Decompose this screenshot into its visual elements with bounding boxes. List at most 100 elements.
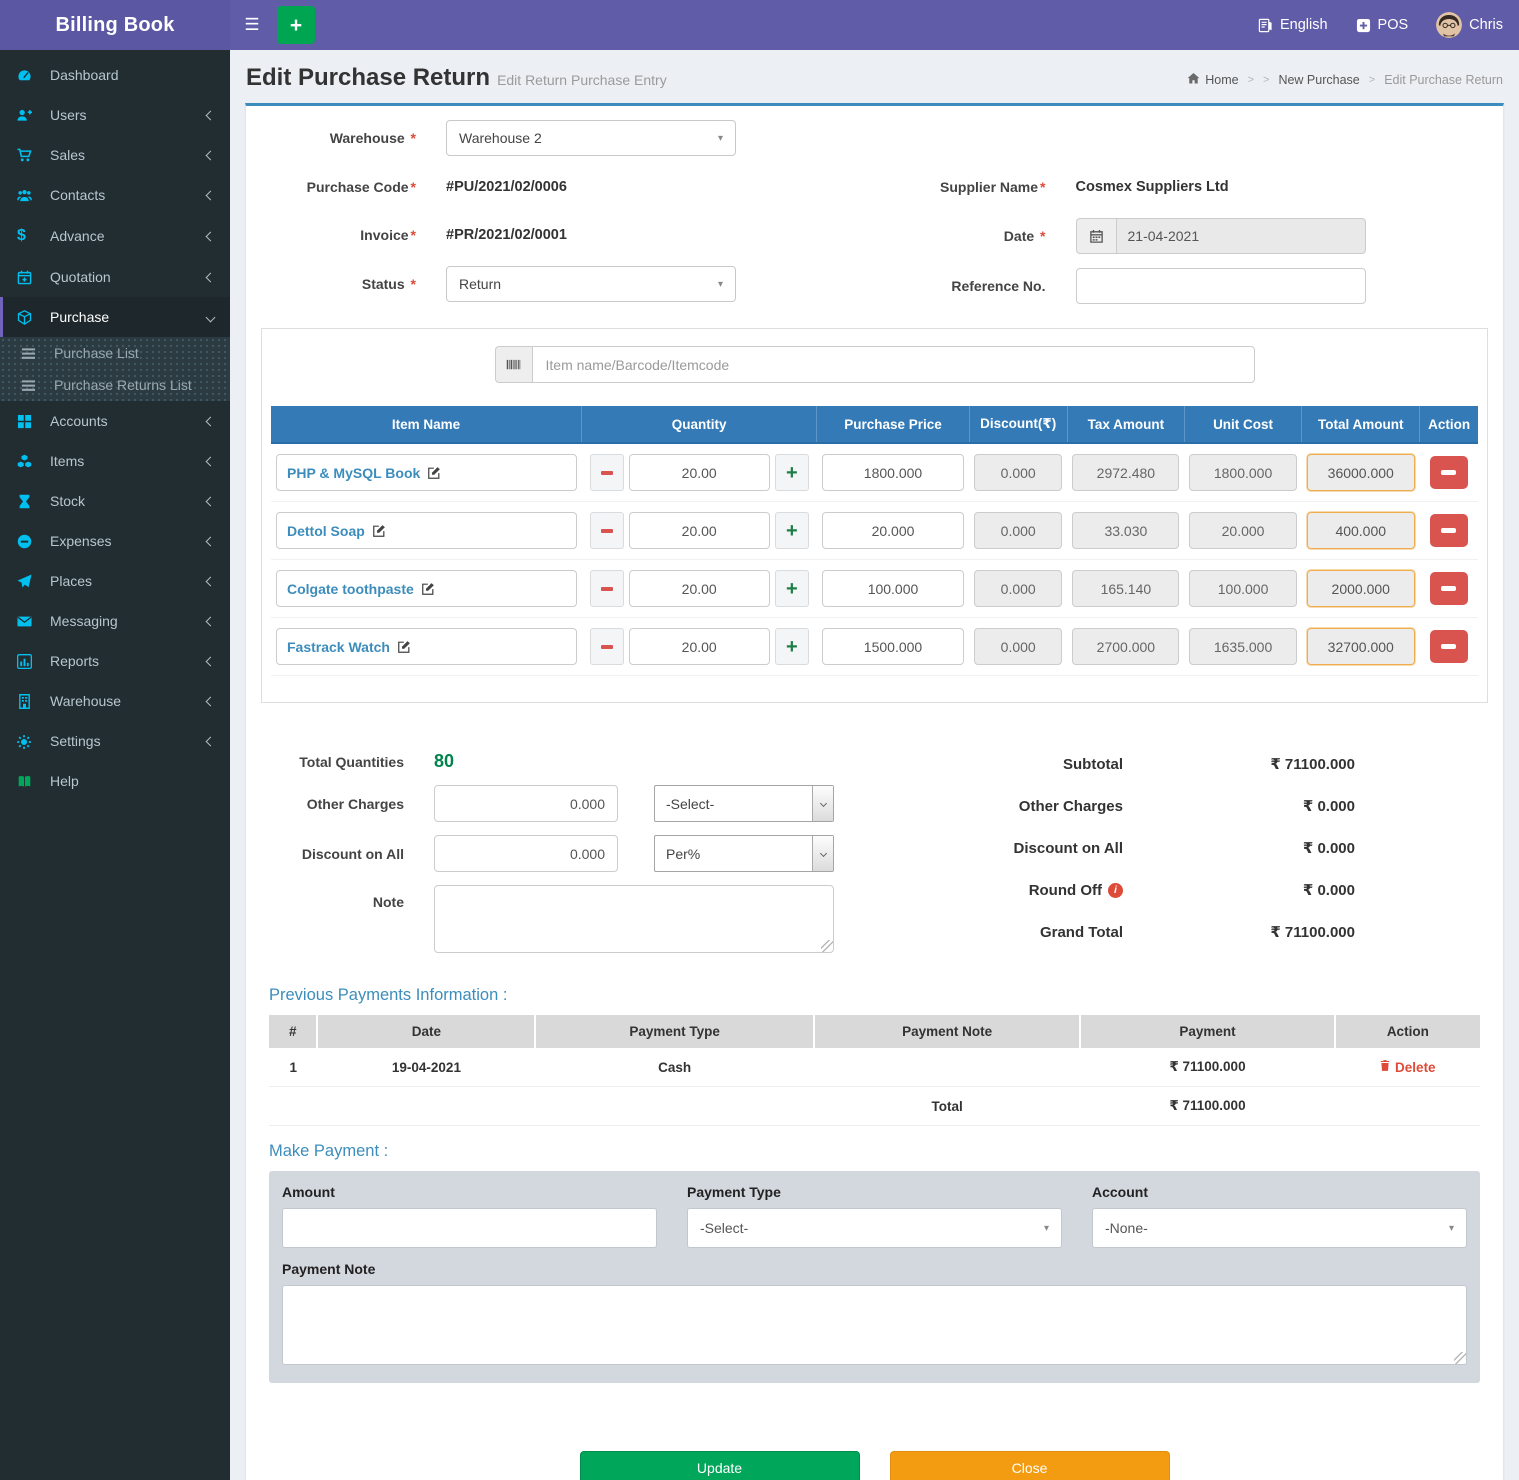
purchase-price-input[interactable]: [822, 512, 964, 549]
sidebar-item-advance[interactable]: $ Advance: [0, 215, 230, 257]
payment-note-textarea[interactable]: [282, 1285, 1467, 1365]
increase-quantity-button[interactable]: +: [775, 512, 809, 549]
warehouse-select[interactable]: Warehouse 2 ▾: [446, 120, 736, 156]
note-textarea[interactable]: [434, 885, 834, 953]
breadcrumb-separator: >: [1248, 74, 1254, 86]
calendar-icon[interactable]: [1076, 218, 1116, 254]
purchase-price-input[interactable]: [822, 454, 964, 491]
total-amount-input: [1307, 512, 1415, 549]
pos-button[interactable]: POS: [1356, 17, 1409, 33]
grid-icon: [17, 414, 42, 429]
discount-on-all-label: Discount on All: [266, 846, 434, 862]
col-pay-action: Action: [1335, 1015, 1480, 1048]
item-name-link[interactable]: Fastrack Watch: [287, 639, 390, 655]
decrease-quantity-button[interactable]: [590, 570, 624, 607]
other-charges-select[interactable]: -Select-: [654, 785, 834, 822]
amount-input[interactable]: [282, 1208, 657, 1248]
sidebar-item-contacts[interactable]: Contacts: [0, 175, 230, 215]
increase-quantity-button[interactable]: +: [775, 454, 809, 491]
note-label: Note: [266, 885, 434, 910]
increase-quantity-button[interactable]: +: [775, 628, 809, 665]
account-select[interactable]: -None- ▾: [1092, 1208, 1467, 1248]
previous-payments-title: Previous Payments Information :: [269, 986, 1480, 1005]
col-quantity: Quantity: [582, 406, 817, 443]
sidebar-item-settings[interactable]: Settings: [0, 721, 230, 761]
remove-row-button[interactable]: [1430, 572, 1468, 605]
status-value: Return: [459, 276, 501, 292]
payment-type-select[interactable]: -Select- ▾: [687, 1208, 1062, 1248]
discount-on-all-input[interactable]: [434, 835, 618, 872]
sidebar-item-expenses[interactable]: Expenses: [0, 521, 230, 561]
breadcrumb-new-purchase[interactable]: New Purchase: [1278, 73, 1359, 87]
round-off-label: Round Offi: [1029, 882, 1123, 899]
quantity-input[interactable]: [629, 512, 770, 549]
item-search-input[interactable]: [532, 346, 1255, 383]
purchase-price-input[interactable]: [822, 570, 964, 607]
reference-input[interactable]: [1076, 268, 1366, 304]
item-name-link[interactable]: Dettol Soap: [287, 523, 365, 539]
breadcrumb: Home > > New Purchase > Edit Purchase Re…: [1187, 72, 1503, 88]
edit-icon[interactable]: [427, 466, 441, 480]
discount-total-label: Discount on All: [1014, 840, 1123, 857]
quantity-input[interactable]: [629, 570, 770, 607]
update-button[interactable]: Update: [580, 1451, 860, 1480]
app-logo[interactable]: Billing Book: [0, 0, 230, 50]
item-name-link[interactable]: PHP & MySQL Book: [287, 465, 420, 481]
remove-row-button[interactable]: [1430, 514, 1468, 547]
sidebar-item-purchase-list[interactable]: Purchase List: [0, 337, 230, 369]
remove-row-button[interactable]: [1430, 630, 1468, 663]
sidebar-item-stock[interactable]: Stock: [0, 481, 230, 521]
app-root: Billing Book Dashboard Users Sales Conta…: [0, 0, 1519, 1480]
summary-section: Total Quantities 80 Other Charges -Selec…: [246, 725, 1503, 970]
brand-text: Billing Book: [55, 14, 174, 37]
breadcrumb-home[interactable]: Home: [1187, 72, 1238, 88]
date-label: Date *: [898, 228, 1076, 244]
payment-date: 19-04-2021: [317, 1048, 535, 1087]
user-menu[interactable]: Chris: [1436, 12, 1503, 38]
delete-payment-button[interactable]: Delete: [1379, 1059, 1436, 1075]
decrease-quantity-button[interactable]: [590, 512, 624, 549]
edit-icon[interactable]: [421, 582, 435, 596]
close-button[interactable]: Close: [890, 1451, 1170, 1480]
decrease-quantity-button[interactable]: [590, 628, 624, 665]
round-off-value: ₹ 0.000: [1123, 881, 1355, 899]
other-charges-input[interactable]: [434, 785, 618, 822]
decrease-quantity-button[interactable]: [590, 454, 624, 491]
col-action: Action: [1420, 406, 1478, 443]
sidebar-item-purchase-returns-list[interactable]: Purchase Returns List: [0, 369, 230, 401]
sidebar-item-dashboard[interactable]: Dashboard: [0, 55, 230, 95]
round-off-info-icon[interactable]: i: [1108, 883, 1123, 898]
status-select[interactable]: Return ▾: [446, 266, 736, 302]
sidebar-item-places[interactable]: Places: [0, 561, 230, 601]
remove-row-button[interactable]: [1430, 456, 1468, 489]
sidebar-item-items[interactable]: Items: [0, 441, 230, 481]
edit-icon[interactable]: [372, 524, 386, 538]
item-name-link[interactable]: Colgate toothpaste: [287, 581, 414, 597]
sidebar-item-purchase[interactable]: Purchase: [0, 297, 230, 337]
calendar-plus-icon: [17, 270, 42, 285]
discount-type-select[interactable]: Per%: [654, 835, 834, 872]
sidebar-item-messaging[interactable]: Messaging: [0, 601, 230, 641]
top-navbar: ☰ + English POS Chris: [230, 0, 1519, 50]
hourglass-icon: [17, 494, 42, 509]
language-menu[interactable]: English: [1258, 17, 1328, 33]
item-row: Dettol Soap +: [271, 502, 1478, 560]
purchase-code-value: #PU/2021/02/0006: [446, 179, 567, 195]
col-item-name: Item Name: [271, 406, 582, 443]
quantity-input[interactable]: [629, 628, 770, 665]
sidebar-item-reports[interactable]: Reports: [0, 641, 230, 681]
sidebar-toggle-button[interactable]: ☰: [230, 0, 274, 50]
sidebar-item-help[interactable]: Help: [0, 761, 230, 801]
increase-quantity-button[interactable]: +: [775, 570, 809, 607]
purchase-price-input[interactable]: [822, 628, 964, 665]
quantity-input[interactable]: [629, 454, 770, 491]
account-label: Account: [1092, 1184, 1467, 1200]
sidebar-item-warehouse[interactable]: Warehouse: [0, 681, 230, 721]
sidebar-item-users[interactable]: Users: [0, 95, 230, 135]
sidebar-item-quotation[interactable]: Quotation: [0, 257, 230, 297]
sidebar-item-sales[interactable]: Sales: [0, 135, 230, 175]
sidebar-item-accounts[interactable]: Accounts: [0, 401, 230, 441]
quick-add-button[interactable]: +: [277, 6, 315, 44]
date-input[interactable]: [1116, 218, 1366, 254]
edit-icon[interactable]: [397, 640, 411, 654]
